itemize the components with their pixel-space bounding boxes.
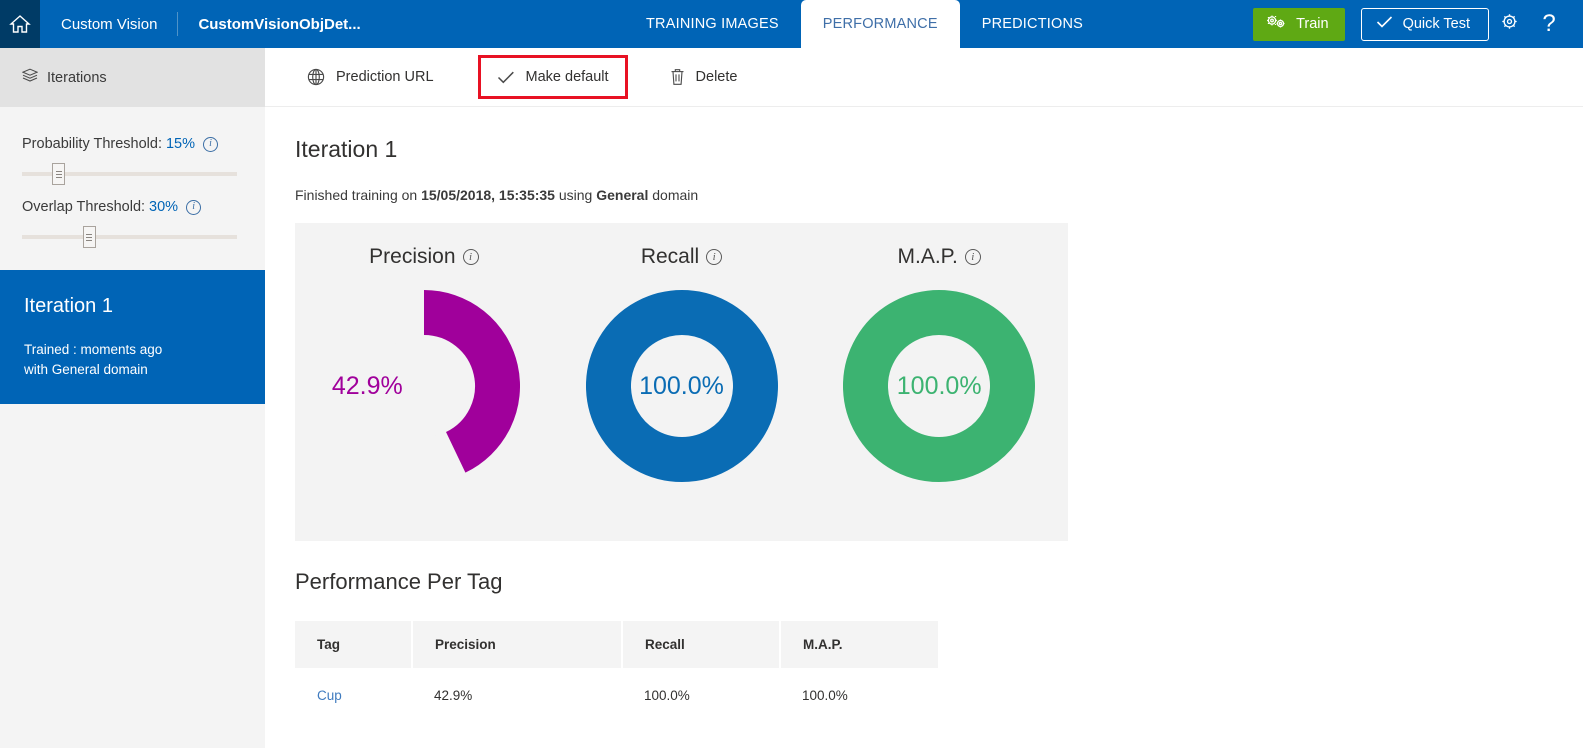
column-header-tag: Tag <box>295 621 412 668</box>
brand-divider <box>177 12 178 36</box>
checkmark-icon <box>497 70 515 85</box>
train-button-label: Train <box>1296 16 1329 32</box>
training-summary: Finished training on 15/05/2018, 15:35:3… <box>295 187 1583 203</box>
help-button[interactable]: ? <box>1529 0 1569 48</box>
metric-precision-title: Precision i <box>369 245 478 269</box>
layers-icon <box>22 68 38 88</box>
iteration-card-trained: Trained : moments ago <box>24 340 241 360</box>
overlap-threshold-slider[interactable] <box>22 224 237 250</box>
performance-per-tag-table: Tag Precision Recall M.A.P. Cup 42.9% 10… <box>295 621 938 723</box>
main-tabs: TRAINING IMAGES PERFORMANCE PREDICTIONS <box>624 0 1105 48</box>
precision-value-label: 42.9% <box>328 290 520 482</box>
sidebar: Iterations Probability Threshold: 15% i … <box>0 48 265 748</box>
sidebar-item-iteration-1[interactable]: Iteration 1 Trained : moments ago with G… <box>0 270 265 404</box>
threshold-controls: Probability Threshold: 15% i Overlap Thr… <box>0 107 265 250</box>
cell-tag[interactable]: Cup <box>295 668 412 723</box>
settings-button[interactable] <box>1489 0 1529 48</box>
main-content: Iteration 1 Finished training on 15/05/2… <box>265 107 1583 748</box>
info-icon[interactable]: i <box>463 249 479 265</box>
map-value-label: 100.0% <box>843 290 1035 482</box>
metrics-panel: Precision i 42.9% Recall i <box>295 223 1068 541</box>
question-mark-icon: ? <box>1542 10 1555 38</box>
training-summary-middle: using <box>555 187 596 203</box>
info-icon[interactable]: i <box>203 137 218 152</box>
column-header-recall: Recall <box>622 621 780 668</box>
metric-precision-label: Precision <box>369 245 455 269</box>
map-donut-chart: 100.0% <box>843 290 1035 482</box>
gear-icon <box>1499 11 1520 37</box>
trash-icon <box>670 68 685 86</box>
sidebar-header-iterations[interactable]: Iterations <box>0 48 265 107</box>
table-header-row: Tag Precision Recall M.A.P. <box>295 621 938 668</box>
globe-icon <box>307 68 325 86</box>
slider-thumb[interactable] <box>83 226 96 248</box>
prediction-url-label: Prediction URL <box>336 69 434 85</box>
brand-label[interactable]: Custom Vision <box>61 16 157 33</box>
home-button[interactable] <box>0 0 40 48</box>
column-header-precision: Precision <box>412 621 622 668</box>
column-header-map: M.A.P. <box>780 621 938 668</box>
recall-value-label: 100.0% <box>586 290 778 482</box>
metric-map: M.A.P. i 100.0% <box>810 223 1068 482</box>
slider-thumb[interactable] <box>52 163 65 185</box>
metric-precision: Precision i 42.9% <box>295 223 553 482</box>
quick-test-button[interactable]: Quick Test <box>1361 8 1489 41</box>
info-icon[interactable]: i <box>186 200 201 215</box>
precision-donut-chart: 42.9% <box>328 290 520 482</box>
tab-performance[interactable]: PERFORMANCE <box>801 0 960 48</box>
make-default-label: Make default <box>526 69 609 85</box>
probability-threshold-text: Probability Threshold: <box>22 136 162 152</box>
command-bar: Prediction URL Make default Delete <box>265 48 1583 107</box>
metric-recall: Recall i 100.0% <box>553 223 811 482</box>
info-icon[interactable]: i <box>965 249 981 265</box>
make-default-button[interactable]: Make default <box>478 55 628 99</box>
performance-per-tag-title: Performance Per Tag <box>295 569 1583 595</box>
cell-precision: 42.9% <box>412 668 622 723</box>
iteration-card-title: Iteration 1 <box>24 295 241 318</box>
training-summary-prefix: Finished training on <box>295 187 421 203</box>
delete-button[interactable]: Delete <box>656 56 752 98</box>
prediction-url-button[interactable]: Prediction URL <box>293 56 448 98</box>
overlap-threshold-label: Overlap Threshold: 30% i <box>22 199 243 215</box>
training-summary-domain: General <box>596 187 648 203</box>
overlap-threshold-value: 30% <box>149 199 178 215</box>
delete-label: Delete <box>696 69 738 85</box>
top-right-actions: Train Quick Test ? <box>1253 0 1583 48</box>
tab-training-images[interactable]: TRAINING IMAGES <box>624 0 801 48</box>
overlap-threshold-text: Overlap Threshold: <box>22 199 145 215</box>
sidebar-header-label: Iterations <box>47 70 107 86</box>
project-name-label[interactable]: CustomVisionObjDet... <box>198 16 360 33</box>
training-summary-suffix: domain <box>648 187 698 203</box>
page-title: Iteration 1 <box>295 136 1583 163</box>
slider-track <box>22 235 237 239</box>
cell-recall: 100.0% <box>622 668 780 723</box>
probability-threshold-value: 15% <box>166 136 195 152</box>
training-summary-date: 15/05/2018, 15:35:35 <box>421 187 555 203</box>
recall-donut-chart: 100.0% <box>586 290 778 482</box>
tab-predictions[interactable]: PREDICTIONS <box>960 0 1105 48</box>
top-navigation-bar: Custom Vision CustomVisionObjDet... TRAI… <box>0 0 1583 48</box>
tag-link-cup[interactable]: Cup <box>317 688 342 703</box>
metric-map-title: M.A.P. i <box>898 245 981 269</box>
home-icon <box>9 14 31 34</box>
iteration-card-domain: with General domain <box>24 360 241 380</box>
gears-icon <box>1265 14 1287 34</box>
table-row: Cup 42.9% 100.0% 100.0% <box>295 668 938 723</box>
quick-test-button-label: Quick Test <box>1403 16 1470 32</box>
checkmark-icon <box>1376 15 1393 33</box>
cell-map: 100.0% <box>780 668 938 723</box>
metric-recall-label: Recall <box>641 245 699 269</box>
probability-threshold-slider[interactable] <box>22 161 237 187</box>
info-icon[interactable]: i <box>706 249 722 265</box>
train-button[interactable]: Train <box>1253 8 1345 41</box>
metric-recall-title: Recall i <box>641 245 722 269</box>
probability-threshold-label: Probability Threshold: 15% i <box>22 136 243 152</box>
metric-map-label: M.A.P. <box>898 245 958 269</box>
